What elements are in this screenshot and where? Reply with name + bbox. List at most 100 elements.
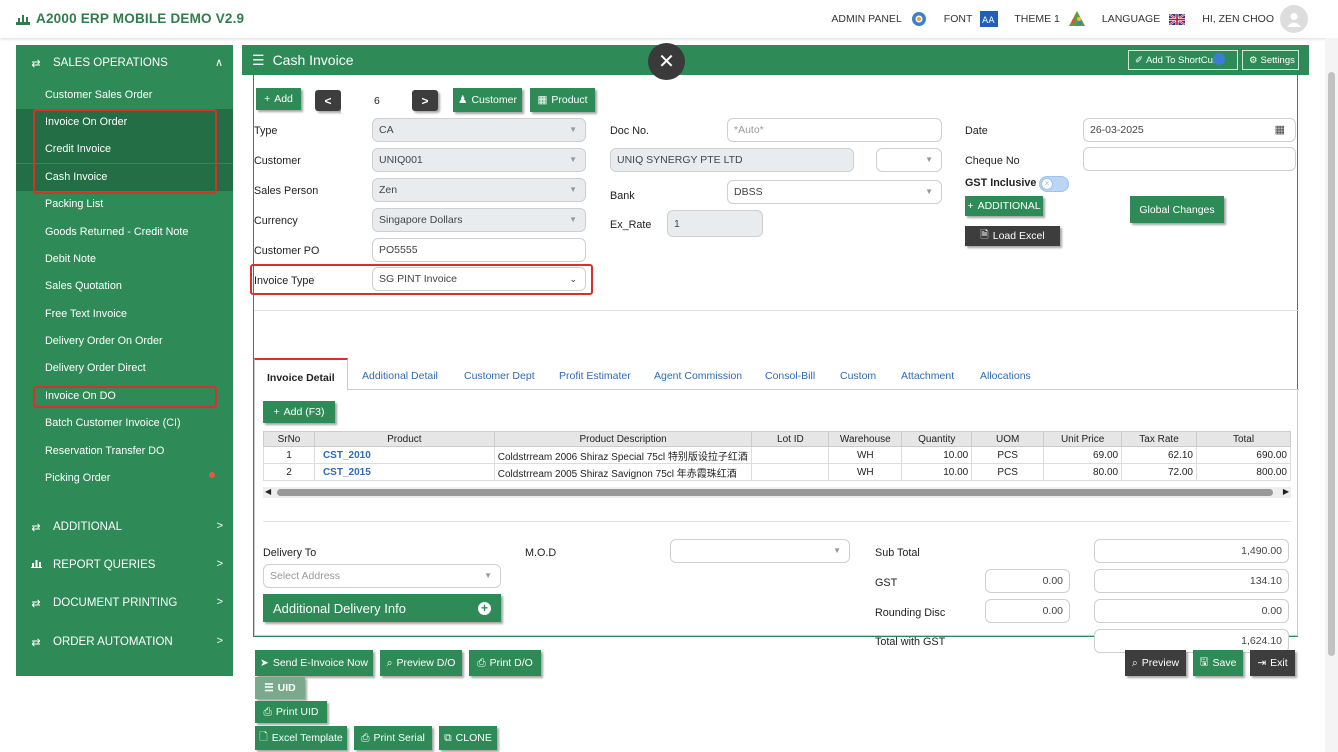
save-button[interactable]: 🖫 Save	[1193, 650, 1243, 676]
tab-profit-estimater[interactable]: Profit Estimater	[559, 370, 631, 382]
settings-button[interactable]: ⚙ Settings	[1242, 50, 1299, 70]
print-uid-label: Print UID	[275, 706, 319, 718]
customer-extra-select[interactable]: ▼	[876, 148, 942, 172]
cell-product[interactable]: CST_2015	[313, 463, 495, 481]
print-uid-button[interactable]: ⎙ Print UID	[255, 701, 327, 723]
add-shortcut-label: Add To ShortCut	[1145, 54, 1216, 66]
load-excel-button[interactable]: 🗎 Load Excel	[965, 226, 1060, 246]
sidebar-item-sales-quotation[interactable]: Sales Quotation	[16, 273, 233, 300]
admin-panel-link[interactable]: ADMIN PANEL	[831, 10, 927, 28]
salesperson-select[interactable]: Zen ▼	[372, 178, 586, 202]
scrollbar-thumb[interactable]	[1328, 72, 1335, 656]
sidebar-item-free-text-invoice[interactable]: Free Text Invoice	[16, 301, 233, 328]
user-menu[interactable]: HI, ZEN CHOO	[1202, 5, 1308, 33]
clone-button[interactable]: ⧉ CLONE	[439, 726, 497, 750]
sidebar-section-printing[interactable]: ⇄ DOCUMENT PRINTING >	[16, 586, 233, 620]
type-select[interactable]: CA ▼	[372, 118, 586, 142]
print-do-button[interactable]: ⎙ Print D/O	[469, 650, 541, 676]
table-horizontal-scrollbar[interactable]: ◀ ▶	[263, 487, 1291, 498]
sidebar-section-automation[interactable]: ⇄ ORDER AUTOMATION >	[16, 625, 233, 659]
sidebar-item-packing-list[interactable]: Packing List	[16, 191, 233, 218]
scroll-left-icon[interactable]: ◀	[265, 487, 271, 496]
global-changes-label: Global Changes	[1139, 203, 1215, 216]
next-record-button[interactable]: >	[412, 90, 438, 111]
date-input[interactable]: 26-03-2025 ▦	[1083, 118, 1296, 142]
sidebar-item-delivery-order-on-order[interactable]: Delivery Order On Order	[16, 328, 233, 355]
print-do-label: Print D/O	[489, 657, 533, 669]
exit-button[interactable]: ⇥ Exit	[1250, 650, 1295, 676]
font-link[interactable]: FONT AA	[944, 10, 999, 28]
customer-po-input[interactable]: PO5555	[372, 238, 586, 262]
language-link[interactable]: LANGUAGE	[1102, 10, 1186, 28]
product-button[interactable]: ▦ Product	[530, 88, 595, 112]
doc-no-input[interactable]: *Auto*	[727, 118, 942, 142]
customer-button[interactable]: ♟ Customer	[453, 88, 522, 112]
delivery-address-select[interactable]: Select Address ▼	[263, 564, 501, 588]
scroll-right-icon[interactable]: ▶	[1283, 487, 1289, 496]
tab-agent-commission[interactable]: Agent Commission	[654, 370, 742, 382]
prev-record-button[interactable]: <	[315, 90, 341, 111]
cell-uom: PCS	[971, 446, 1045, 464]
sidebar-item-debit-note[interactable]: Debit Note	[16, 246, 233, 273]
cell-product[interactable]: CST_2010	[313, 446, 495, 464]
add-row-button[interactable]: + Add (F3)	[263, 401, 335, 423]
tab-invoice-detail[interactable]: Invoice Detail	[254, 358, 348, 391]
table-row[interactable]: 1 CST_2010 Coldstrream 2006 Shiraz Speci…	[263, 446, 1291, 464]
gst-rate-input[interactable]: 0.00	[985, 569, 1070, 593]
bank-select[interactable]: DBSS ▼	[727, 180, 942, 204]
app-brand[interactable]: A2000 ERP MOBILE DEMO V2.9	[16, 11, 244, 26]
exrate-input[interactable]: 1	[667, 210, 763, 237]
search-icon: ⌕	[1131, 656, 1138, 669]
cell-unit-price: 69.00	[1043, 446, 1123, 464]
print-icon: ⎙	[477, 656, 486, 669]
sidebar-section-sales[interactable]: ⇄ SALES OPERATIONS ∧	[16, 46, 233, 80]
calendar-icon[interactable]: ▦	[1275, 123, 1285, 136]
global-changes-button[interactable]: Global Changes	[1130, 196, 1224, 223]
tab-allocations[interactable]: Allocations	[980, 370, 1031, 382]
send-e-invoice-button[interactable]: ➤ Send E-Invoice Now	[255, 650, 373, 676]
currency-select[interactable]: Singapore Dollars ▼	[372, 208, 586, 232]
tab-consol-bill[interactable]: Consol-Bill	[765, 370, 815, 382]
table-row[interactable]: 2 CST_2015 Coldstrream 2005 Shiraz Savig…	[263, 463, 1291, 481]
invoice-detail-table: SrNo Product Product Description Lot ID …	[263, 431, 1291, 481]
scrollbar-thumb[interactable]	[277, 489, 1273, 496]
add-button[interactable]: + Add	[256, 88, 301, 110]
invoice-type-select[interactable]: SG PINT Invoice ⌄	[372, 267, 586, 291]
type-value: CA	[379, 124, 394, 136]
record-number-field[interactable]: 6	[341, 89, 411, 113]
cell-total: 800.00	[1196, 463, 1291, 481]
chevron-right-icon: >	[216, 635, 223, 647]
gst-inclusive-toggle[interactable]: ×	[1039, 176, 1069, 192]
cell-lot-id	[751, 446, 830, 464]
theme-link[interactable]: THEME 1	[1014, 10, 1086, 28]
sidebar-item-reservation-transfer-do[interactable]: Reservation Transfer DO	[16, 438, 233, 465]
customer-select[interactable]: UNIQ001 ▼	[372, 148, 586, 172]
tab-custom[interactable]: Custom	[840, 370, 876, 382]
excel-template-button[interactable]: 🗋 Excel Template	[255, 726, 347, 750]
preview-label: Preview	[1141, 657, 1180, 669]
additional-button[interactable]: + ADDITIONAL	[965, 196, 1043, 216]
print-serial-button[interactable]: ⎙ Print Serial	[354, 726, 432, 750]
tab-additional-detail[interactable]: Additional Detail	[362, 370, 438, 382]
cheque-input[interactable]	[1083, 147, 1296, 171]
uid-button[interactable]: ☰ UID	[255, 677, 305, 699]
sidebar-item-picking-order[interactable]: Picking Order	[16, 465, 233, 492]
tab-customer-dept[interactable]: Customer Dept	[464, 370, 535, 382]
chevron-down-icon: ▼	[925, 155, 933, 164]
tab-attachment[interactable]: Attachment	[901, 370, 954, 382]
sidebar-item-customer-sales-order[interactable]: Customer Sales Order	[16, 82, 233, 109]
sidebar-section-reports[interactable]: REPORT QUERIES >	[16, 548, 233, 582]
additional-delivery-info-button[interactable]: Additional Delivery Info +	[263, 594, 501, 622]
preview-do-button[interactable]: ⌕ Preview D/O	[380, 650, 462, 676]
sidebar-item-delivery-order-direct[interactable]: Delivery Order Direct	[16, 355, 233, 382]
sidebar-item-batch-customer-invoice[interactable]: Batch Customer Invoice (CI)	[16, 410, 233, 437]
rounding-rate-input[interactable]: 0.00	[985, 599, 1070, 623]
preview-button[interactable]: ⌕ Preview	[1125, 650, 1186, 676]
sidebar-section-additional[interactable]: ⇄ ADDITIONAL >	[16, 510, 233, 544]
page-vertical-scrollbar[interactable]	[1325, 38, 1338, 752]
mod-select[interactable]: ▼	[670, 539, 850, 563]
menu-icon[interactable]: ☰	[252, 52, 265, 69]
subtotal-field: 1,490.00	[1094, 539, 1289, 563]
search-icon: ⌕	[386, 656, 393, 669]
sidebar-item-goods-returned[interactable]: Goods Returned - Credit Note	[16, 219, 233, 246]
